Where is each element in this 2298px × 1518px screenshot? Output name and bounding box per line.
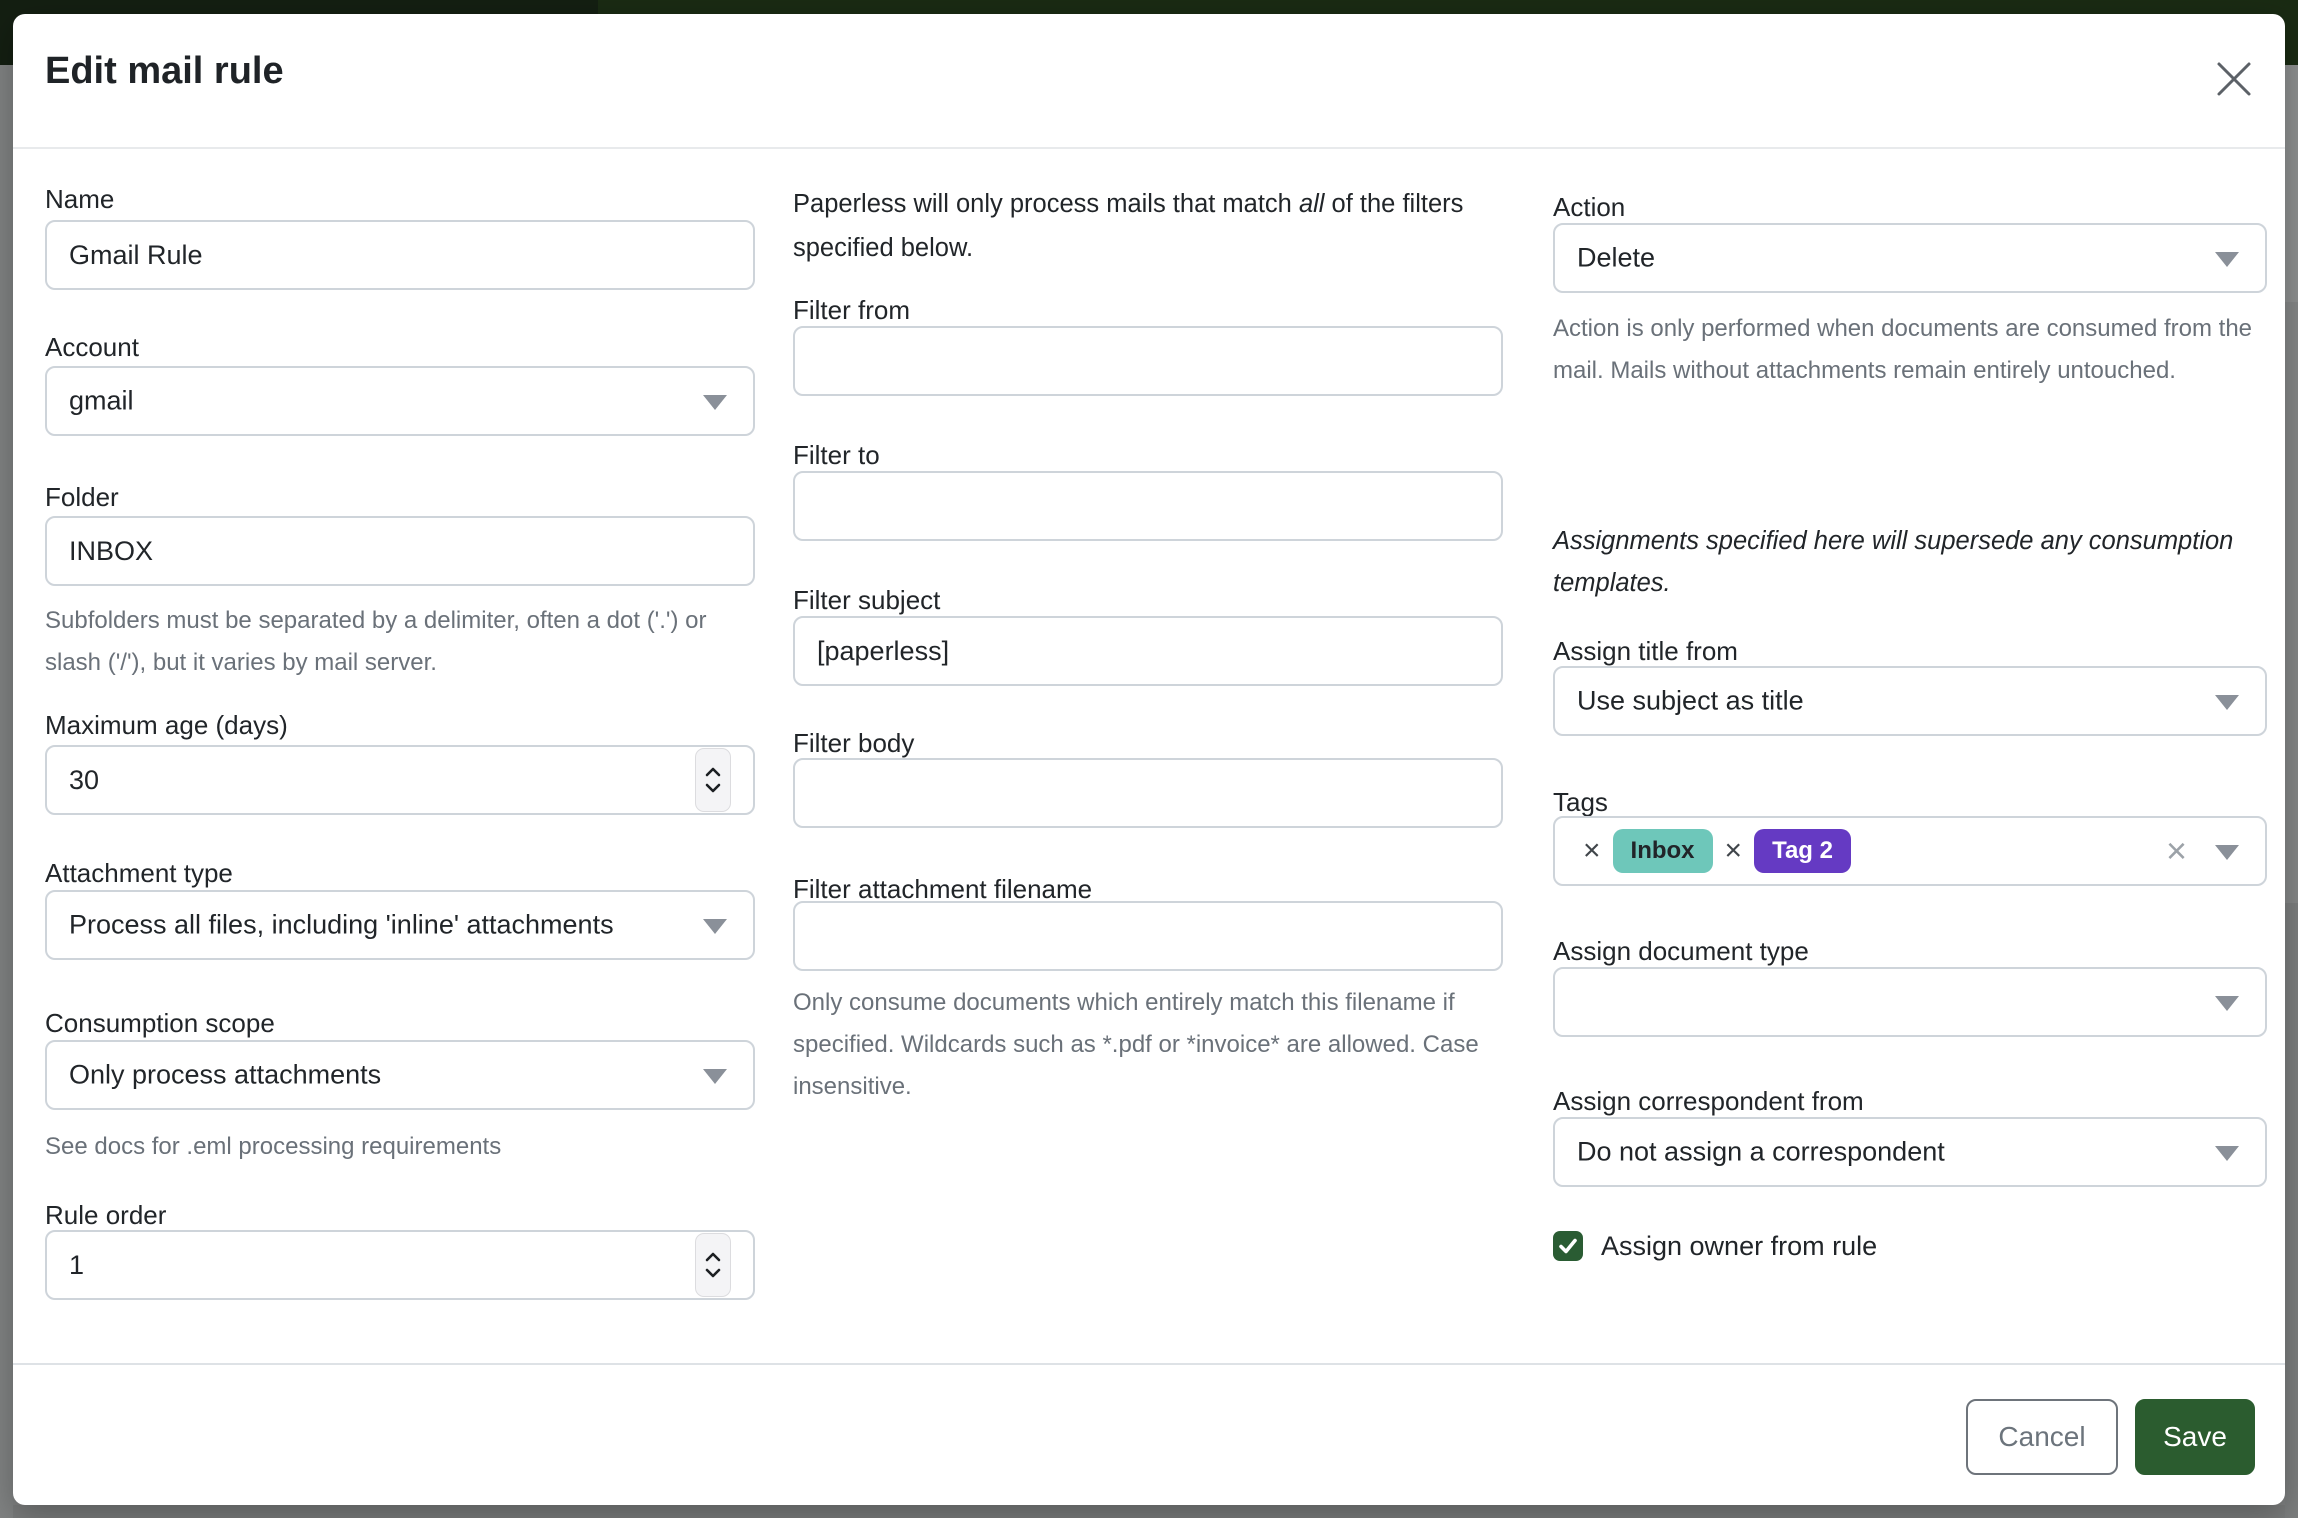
folder-hint: Subfolders must be separated by a delimi…: [45, 600, 757, 684]
action-hint: Action is only performed when documents …: [1553, 308, 2269, 392]
assign-correspondent-from-label: Assign correspondent from: [1553, 1086, 1864, 1117]
footer-divider: [13, 1363, 2285, 1365]
rule-order-label: Rule order: [45, 1200, 166, 1231]
assign-title-from-select[interactable]: Use subject as title: [1553, 666, 2267, 736]
maximum-age-stepper[interactable]: [695, 748, 731, 812]
attachment-type-label: Attachment type: [45, 858, 233, 889]
remove-tag-icon[interactable]: ×: [1725, 836, 1743, 866]
tag-chip: Tag 2: [1754, 829, 1851, 873]
filters-intro-text: Paperless will only process mails that m…: [793, 190, 1299, 218]
close-icon: [2211, 56, 2257, 102]
chevron-up-icon: [705, 1252, 721, 1262]
consumption-scope-value: Only process attachments: [69, 1060, 381, 1091]
assign-title-from-label: Assign title from: [1553, 636, 1738, 667]
filter-attachment-filename-input[interactable]: [793, 901, 1503, 971]
assign-document-type-label: Assign document type: [1553, 936, 1809, 967]
clear-tags-icon[interactable]: ×: [2166, 833, 2187, 869]
action-label: Action: [1553, 192, 1625, 223]
rule-order-field: [45, 1230, 755, 1300]
account-select[interactable]: gmail: [45, 366, 755, 436]
chevron-down-icon: [2215, 252, 2239, 267]
tags-label: Tags: [1553, 787, 1608, 818]
filter-subject-label: Filter subject: [793, 585, 940, 616]
consumption-scope-label: Consumption scope: [45, 1008, 275, 1039]
maximum-age-input[interactable]: [45, 745, 755, 815]
maximum-age-field: [45, 745, 755, 815]
edit-mail-rule-dialog: Edit mail rule Name Account gmail Folder…: [13, 14, 2285, 1505]
chevron-down-icon: [2215, 996, 2239, 1011]
filter-attachment-filename-hint: Only consume documents which entirely ma…: [793, 982, 1505, 1108]
filter-from-input[interactable]: [793, 326, 1503, 396]
attachment-type-value: Process all files, including 'inline' at…: [69, 910, 614, 941]
close-button[interactable]: [2211, 56, 2257, 102]
tags-select[interactable]: × Inbox × Tag 2 ×: [1553, 816, 2267, 886]
dialog-title: Edit mail rule: [45, 50, 284, 93]
save-button[interactable]: Save: [2135, 1399, 2255, 1475]
folder-label: Folder: [45, 482, 119, 513]
assign-document-type-select[interactable]: [1553, 967, 2267, 1037]
filter-subject-input[interactable]: [793, 616, 1503, 686]
filter-to-label: Filter to: [793, 440, 880, 471]
attachment-type-select[interactable]: Process all files, including 'inline' at…: [45, 890, 755, 960]
name-label: Name: [45, 184, 114, 215]
chevron-down-icon: [2215, 1146, 2239, 1161]
action-value: Delete: [1577, 243, 1655, 274]
assign-owner-label: Assign owner from rule: [1601, 1231, 1877, 1262]
filters-intro-italic: all: [1299, 190, 1325, 218]
checkmark-icon: [1553, 1231, 1583, 1261]
assign-owner-checkbox[interactable]: [1553, 1231, 1583, 1261]
backdrop-right: [2285, 65, 2298, 302]
chevron-down-icon: [705, 1268, 721, 1278]
account-value: gmail: [69, 386, 134, 417]
filter-to-input[interactable]: [793, 471, 1503, 541]
backdrop-left: [0, 65, 13, 1518]
filter-body-input[interactable]: [793, 758, 1503, 828]
backdrop-right: [2285, 302, 2298, 903]
name-input[interactable]: [45, 220, 755, 290]
backdrop-right: [2285, 903, 2298, 1518]
remove-tag-icon[interactable]: ×: [1583, 836, 1601, 866]
rule-order-stepper[interactable]: [695, 1233, 731, 1297]
chevron-down-icon: [703, 395, 727, 410]
filters-intro: Paperless will only process mails that m…: [793, 182, 1503, 270]
assignments-note: Assignments specified here will supersed…: [1553, 520, 2269, 604]
assign-correspondent-from-value: Do not assign a correspondent: [1577, 1137, 1945, 1168]
maximum-age-label: Maximum age (days): [45, 710, 288, 741]
backdrop-bottom: [13, 1505, 2285, 1518]
filter-from-label: Filter from: [793, 295, 910, 326]
header-divider: [13, 147, 2285, 149]
consumption-scope-hint: See docs for .eml processing requirement…: [45, 1126, 757, 1168]
chevron-down-icon: [705, 783, 721, 793]
chevron-down-icon: [703, 1069, 727, 1084]
consumption-scope-select[interactable]: Only process attachments: [45, 1040, 755, 1110]
chevron-down-icon: [703, 919, 727, 934]
tag-chip: Inbox: [1613, 829, 1713, 873]
folder-input[interactable]: [45, 516, 755, 586]
assign-correspondent-from-select[interactable]: Do not assign a correspondent: [1553, 1117, 2267, 1187]
filter-body-label: Filter body: [793, 728, 914, 759]
rule-order-input[interactable]: [45, 1230, 755, 1300]
action-select[interactable]: Delete: [1553, 223, 2267, 293]
cancel-button[interactable]: Cancel: [1966, 1399, 2118, 1475]
chevron-up-icon: [705, 767, 721, 777]
account-label: Account: [45, 332, 139, 363]
chevron-down-icon[interactable]: [2215, 845, 2239, 860]
assign-title-from-value: Use subject as title: [1577, 686, 1804, 717]
chevron-down-icon: [2215, 695, 2239, 710]
